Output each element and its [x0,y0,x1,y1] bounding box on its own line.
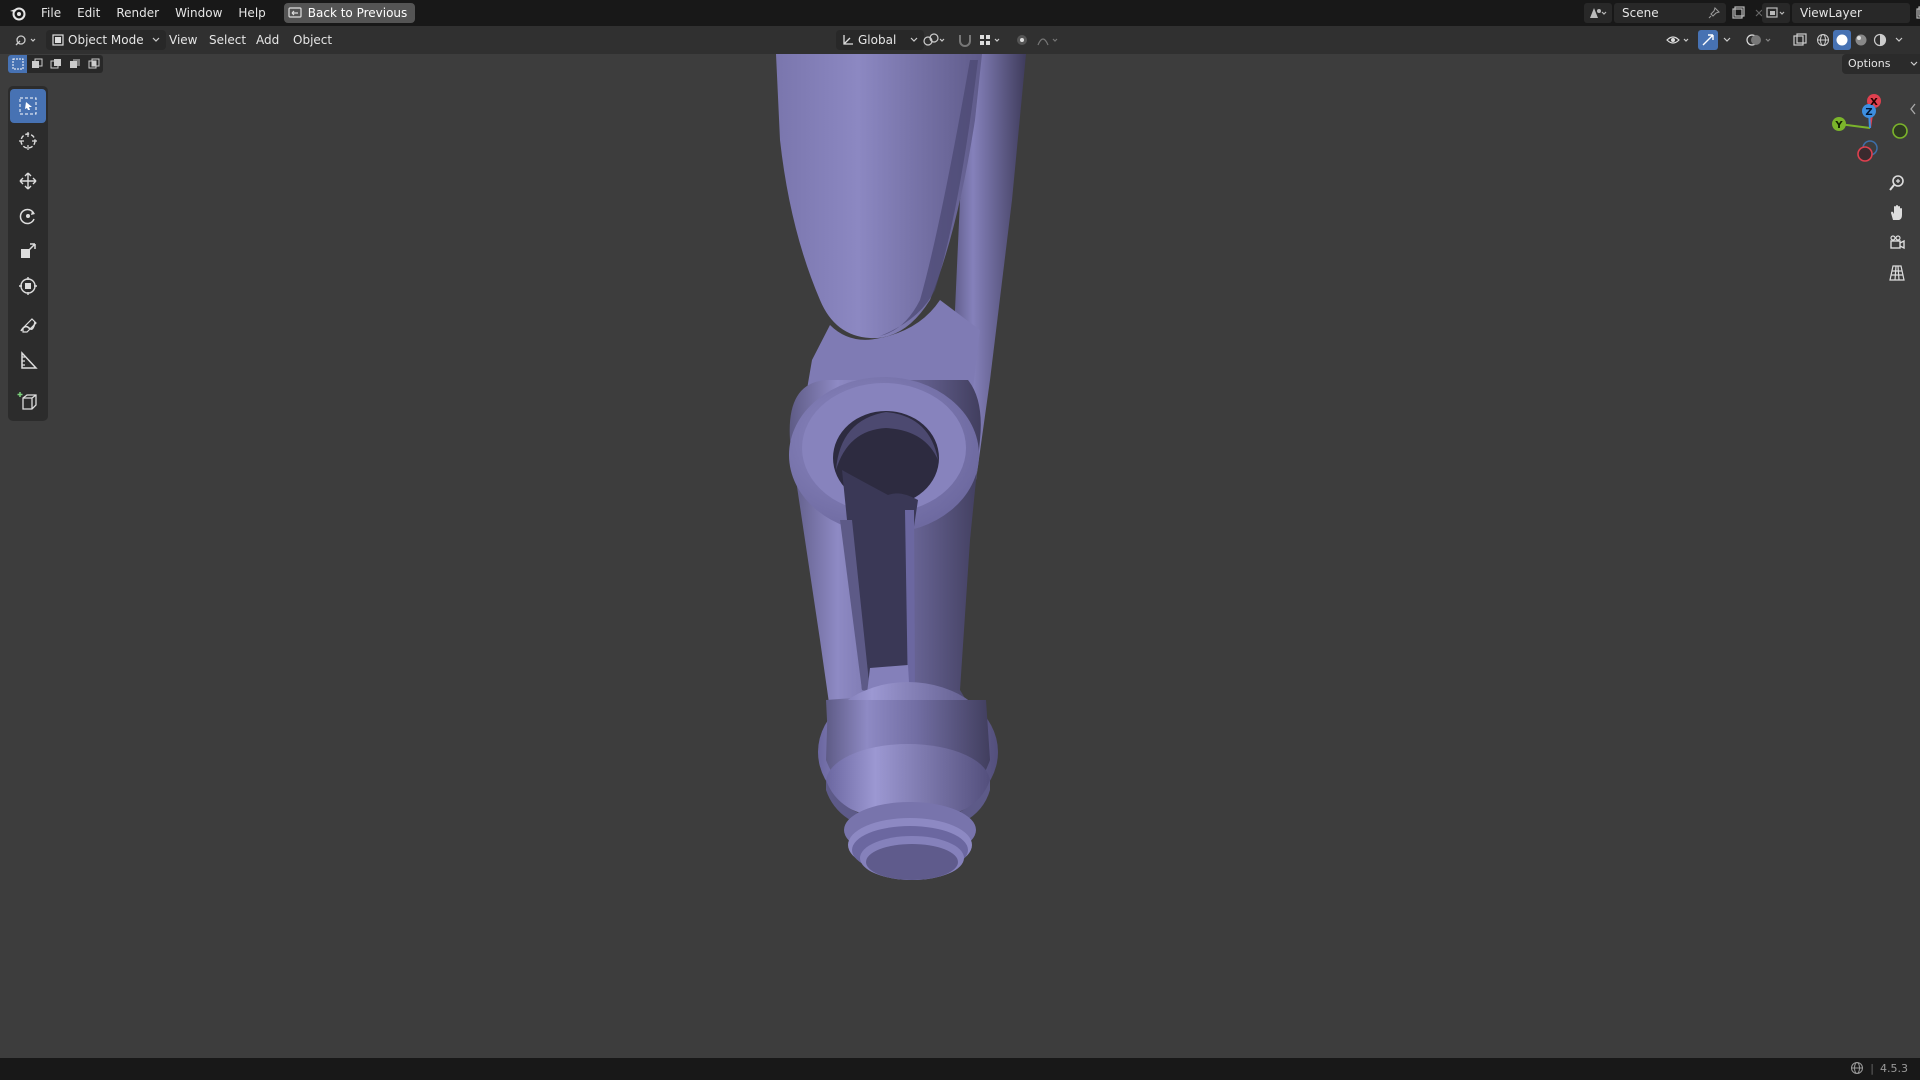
status-divider: | [1870,1061,1874,1075]
navigation-gizmo[interactable]: X Y Z [1822,90,1916,166]
menu-file[interactable]: File [33,3,69,23]
status-info: | 4.5.3 [1850,1061,1908,1075]
zoom-icon[interactable] [1882,168,1912,198]
object-mode-icon [52,34,64,46]
snap-toggle-icon[interactable] [954,30,976,50]
new-viewlayer-icon[interactable] [1912,3,1920,23]
menu-render[interactable]: Render [108,3,167,23]
measure-tool[interactable] [10,344,46,378]
chevron-down-icon [152,37,160,43]
status-bar: | 4.5.3 [0,1058,1920,1080]
viewlayer-selector: ViewLayer [1762,3,1920,23]
shading-rendered-icon[interactable] [1871,30,1889,50]
version-label: 4.5.3 [1880,1061,1908,1075]
tool-shelf [8,86,48,421]
pin-icon[interactable] [1708,7,1726,19]
move-tool[interactable] [10,164,46,198]
menu-select[interactable]: Select [209,30,246,50]
scene-selector: Scene [1584,3,1768,23]
mode-dropdown[interactable]: Object Mode [46,30,166,50]
orientation-label: Global [858,33,897,47]
sidebar-toggle-icon[interactable] [1908,102,1918,116]
viewport-3d-model[interactable] [0,54,1920,1058]
annotate-tool[interactable] [10,309,46,343]
scene-icon[interactable] [1584,3,1612,23]
snap-increment-icon[interactable] [976,30,1006,50]
menu-view[interactable]: View [169,30,197,50]
viewport-nav-buttons [1882,168,1912,288]
blender-logo-icon[interactable] [3,0,33,26]
editor-type-icon[interactable] [12,30,42,50]
menu-edit[interactable]: Edit [69,3,108,23]
gizmo-negative-y-icon [1892,123,1908,139]
back-to-previous-label: Back to Previous [307,6,408,20]
mode-label: Object Mode [68,33,144,47]
scene-name-field[interactable]: Scene [1614,3,1726,23]
back-screen-icon [288,7,302,19]
gizmo-toggle-icon[interactable] [1698,30,1718,50]
back-to-previous-button[interactable]: Back to Previous [283,3,416,23]
chevron-down-icon [910,37,918,43]
overlays-icon[interactable] [1744,30,1778,50]
shading-dropdown-icon[interactable] [1892,30,1906,50]
viewlayer-name-field[interactable]: ViewLayer [1792,3,1910,23]
rotate-tool[interactable] [10,199,46,233]
cursor-tool[interactable] [10,124,46,158]
menu-add[interactable]: Add [256,30,279,50]
network-globe-icon [1850,1061,1864,1075]
gizmo-negative-x-icon [1857,146,1873,162]
orientation-dropdown[interactable]: Global [836,30,924,50]
visibility-icon[interactable] [1664,30,1694,50]
add-cube-tool[interactable] [10,384,46,418]
viewport-header: Object Mode View Select Add Object Globa… [0,26,1920,54]
pivot-point-icon[interactable] [920,30,950,50]
shading-wireframe-icon[interactable] [1814,30,1832,50]
transform-tool[interactable] [10,269,46,303]
perspective-toggle-icon[interactable] [1882,258,1912,288]
xray-toggle-icon[interactable] [1790,30,1810,50]
new-scene-icon[interactable] [1728,3,1748,23]
menu-object[interactable]: Object [293,30,332,50]
top-bar: File Edit Render Window Help Back to Pre… [0,0,1920,26]
menu-help[interactable]: Help [230,3,273,23]
shading-material-icon[interactable] [1852,30,1870,50]
select-box-tool[interactable] [10,89,46,123]
gizmo-y-label: Y [1834,120,1843,131]
shading-solid-icon[interactable] [1833,30,1851,50]
scale-tool[interactable] [10,234,46,268]
falloff-curve-icon[interactable] [1034,30,1064,50]
camera-view-icon[interactable] [1882,228,1912,258]
scene-name: Scene [1622,6,1659,20]
proportional-editing-icon[interactable] [1012,30,1032,50]
orientation-icon [842,34,854,46]
pan-hand-icon[interactable] [1882,198,1912,228]
viewlayer-name: ViewLayer [1800,6,1862,20]
viewlayer-icon[interactable] [1762,3,1790,23]
gizmo-z-label: Z [1865,107,1872,118]
menu-window[interactable]: Window [167,3,230,23]
gizmo-dropdown-icon[interactable] [1720,30,1734,50]
